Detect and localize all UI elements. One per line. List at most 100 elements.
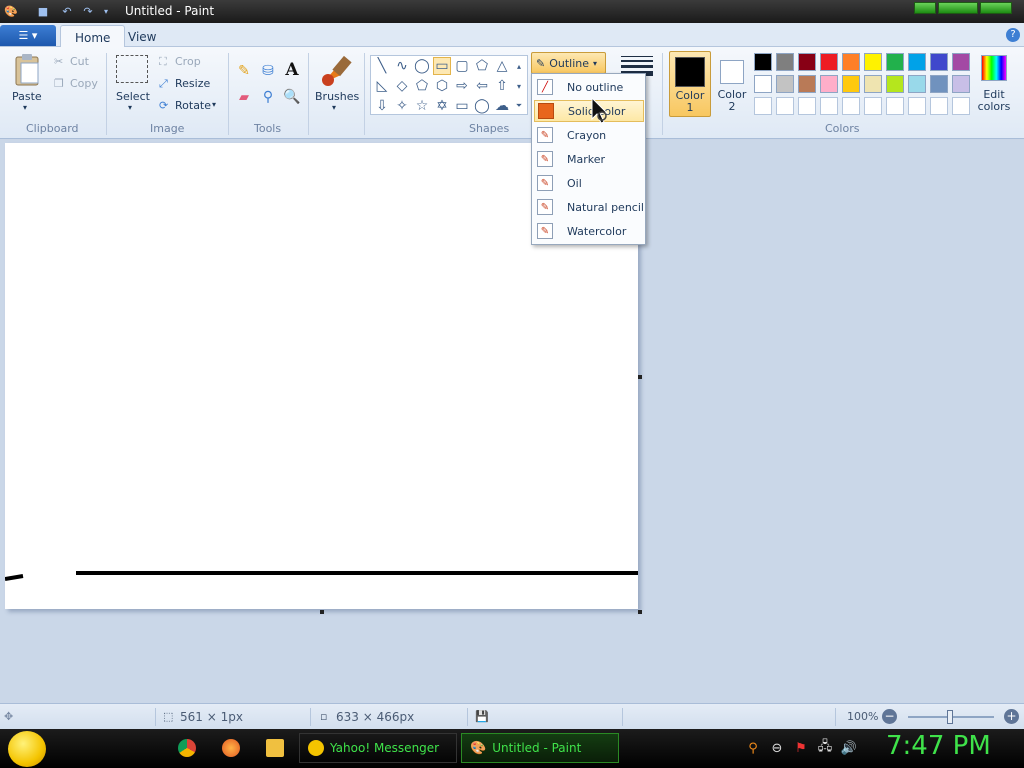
- curve-shape-icon[interactable]: ∿: [393, 57, 411, 75]
- palette-swatch[interactable]: [930, 53, 948, 71]
- line-shape-icon[interactable]: ╲: [373, 57, 391, 75]
- paste-label[interactable]: Paste: [12, 90, 42, 103]
- select-label[interactable]: Select: [116, 90, 150, 103]
- help-icon[interactable]: ?: [1006, 28, 1020, 42]
- palette-swatch[interactable]: [754, 53, 772, 71]
- paste-dropdown-icon[interactable]: ▾: [23, 103, 27, 112]
- palette-swatch[interactable]: [886, 53, 904, 71]
- save-quick-icon[interactable]: ■: [34, 3, 52, 20]
- oval-shape-icon[interactable]: ◯: [413, 57, 431, 75]
- rotate-button[interactable]: Rotate: [175, 99, 211, 112]
- taskbar-paint[interactable]: 🎨 Untitled - Paint: [461, 733, 619, 763]
- palette-swatch[interactable]: [864, 53, 882, 71]
- hexagon-shape-icon[interactable]: ⬡: [433, 77, 451, 95]
- crop-button[interactable]: Crop: [175, 55, 201, 68]
- paint-app-icon[interactable]: 🎨: [2, 3, 20, 20]
- custom-color-slot[interactable]: [864, 97, 882, 115]
- left-arrow-shape-icon[interactable]: ⇦: [473, 77, 491, 95]
- start-button[interactable]: [8, 731, 46, 767]
- cloud-callout-shape-icon[interactable]: ☁: [493, 97, 511, 115]
- palette-swatch[interactable]: [886, 75, 904, 93]
- close-button[interactable]: [980, 2, 1012, 14]
- flag-icon[interactable]: ⚑: [793, 740, 809, 756]
- right-arrow-shape-icon[interactable]: ⇨: [453, 77, 471, 95]
- paste-icon[interactable]: [12, 53, 42, 87]
- folder-icon[interactable]: [266, 739, 284, 757]
- menu-item-watercolor[interactable]: ✎ Watercolor: [534, 220, 644, 242]
- palette-swatch[interactable]: [952, 53, 970, 71]
- custom-color-slot[interactable]: [886, 97, 904, 115]
- palette-swatch[interactable]: [842, 53, 860, 71]
- network-icon[interactable]: 🖧: [817, 739, 833, 756]
- messenger-tray-icon[interactable]: ⊖: [769, 740, 785, 756]
- palette-swatch[interactable]: [798, 53, 816, 71]
- palette-swatch[interactable]: [754, 75, 772, 93]
- color-picker-icon[interactable]: ⚲: [258, 87, 278, 107]
- resize-handle-corner[interactable]: [638, 610, 642, 614]
- custom-color-slot[interactable]: [952, 97, 970, 115]
- volume-icon[interactable]: 🔊: [841, 740, 857, 756]
- palette-swatch[interactable]: [908, 75, 926, 93]
- tab-view[interactable]: View: [114, 25, 170, 48]
- firefox-icon[interactable]: [222, 739, 240, 757]
- clock[interactable]: 7:47 PM: [886, 731, 991, 761]
- oval-callout-shape-icon[interactable]: ◯: [473, 97, 491, 115]
- five-point-star-shape-icon[interactable]: ☆: [413, 97, 431, 115]
- palette-swatch[interactable]: [820, 53, 838, 71]
- menu-item-solid-color[interactable]: Solid color: [534, 100, 644, 122]
- search-icon[interactable]: ⚲: [745, 740, 761, 756]
- copy-button[interactable]: Copy: [70, 77, 98, 90]
- palette-swatch[interactable]: [842, 75, 860, 93]
- custom-color-slot[interactable]: [820, 97, 838, 115]
- four-point-star-shape-icon[interactable]: ✧: [393, 97, 411, 115]
- maximize-button[interactable]: [938, 2, 978, 14]
- palette-swatch[interactable]: [908, 53, 926, 71]
- scroll-up-icon[interactable]: ▴: [511, 57, 527, 75]
- rounded-rectangle-shape-icon[interactable]: ▢: [453, 57, 471, 75]
- cut-button[interactable]: Cut: [70, 55, 89, 68]
- minimize-button[interactable]: [914, 2, 936, 14]
- right-triangle-shape-icon[interactable]: ◺: [373, 77, 391, 95]
- rotate-dropdown-icon[interactable]: ▾: [212, 100, 216, 109]
- select-icon[interactable]: [116, 55, 148, 83]
- text-tool-icon[interactable]: A: [282, 59, 302, 81]
- magnifier-icon[interactable]: 🔍: [282, 87, 302, 107]
- redo-icon[interactable]: ↷: [79, 3, 97, 20]
- custom-color-slot[interactable]: [798, 97, 816, 115]
- palette-swatch[interactable]: [930, 75, 948, 93]
- zoom-in-icon[interactable]: +: [1004, 709, 1019, 724]
- brushes-dropdown-icon[interactable]: ▾: [332, 103, 336, 112]
- color1-button[interactable]: Color 1: [669, 51, 711, 117]
- rectangle-shape-icon[interactable]: ▭: [433, 57, 451, 75]
- more-shapes-icon[interactable]: ⏷: [511, 97, 527, 115]
- polygon-shape-icon[interactable]: ⬠: [473, 57, 491, 75]
- fill-icon[interactable]: ⛁: [258, 61, 278, 81]
- customize-quick-access-icon[interactable]: ▾: [97, 3, 115, 20]
- custom-color-slot[interactable]: [930, 97, 948, 115]
- diamond-shape-icon[interactable]: ◇: [393, 77, 411, 95]
- brushes-label[interactable]: Brushes: [315, 90, 359, 103]
- select-dropdown-icon[interactable]: ▾: [128, 103, 132, 112]
- custom-color-slot[interactable]: [754, 97, 772, 115]
- pentagon-shape-icon[interactable]: ⬠: [413, 77, 431, 95]
- palette-swatch[interactable]: [864, 75, 882, 93]
- resize-button[interactable]: Resize: [175, 77, 210, 90]
- menu-item-marker[interactable]: ✎ Marker: [534, 148, 644, 170]
- zoom-slider-thumb[interactable]: [947, 710, 953, 724]
- chrome-icon[interactable]: [178, 739, 196, 757]
- zoom-out-icon[interactable]: −: [882, 709, 897, 724]
- down-arrow-shape-icon[interactable]: ⇩: [373, 97, 391, 115]
- brushes-icon[interactable]: [319, 53, 353, 87]
- six-point-star-shape-icon[interactable]: ✡: [433, 97, 451, 115]
- palette-swatch[interactable]: [776, 75, 794, 93]
- resize-handle-bottom[interactable]: [320, 610, 324, 614]
- custom-color-slot[interactable]: [776, 97, 794, 115]
- outline-button[interactable]: ✎ Outline ▾: [531, 52, 606, 74]
- pencil-icon[interactable]: ✎: [234, 61, 254, 81]
- color2-button[interactable]: Color 2: [714, 51, 750, 117]
- menu-item-oil[interactable]: ✎ Oil: [534, 172, 644, 194]
- edit-colors-button[interactable]: Edit colors: [976, 51, 1012, 117]
- undo-icon[interactable]: ↶: [58, 3, 76, 20]
- rounded-callout-shape-icon[interactable]: ▭: [453, 97, 471, 115]
- resize-handle-right[interactable]: [638, 375, 642, 379]
